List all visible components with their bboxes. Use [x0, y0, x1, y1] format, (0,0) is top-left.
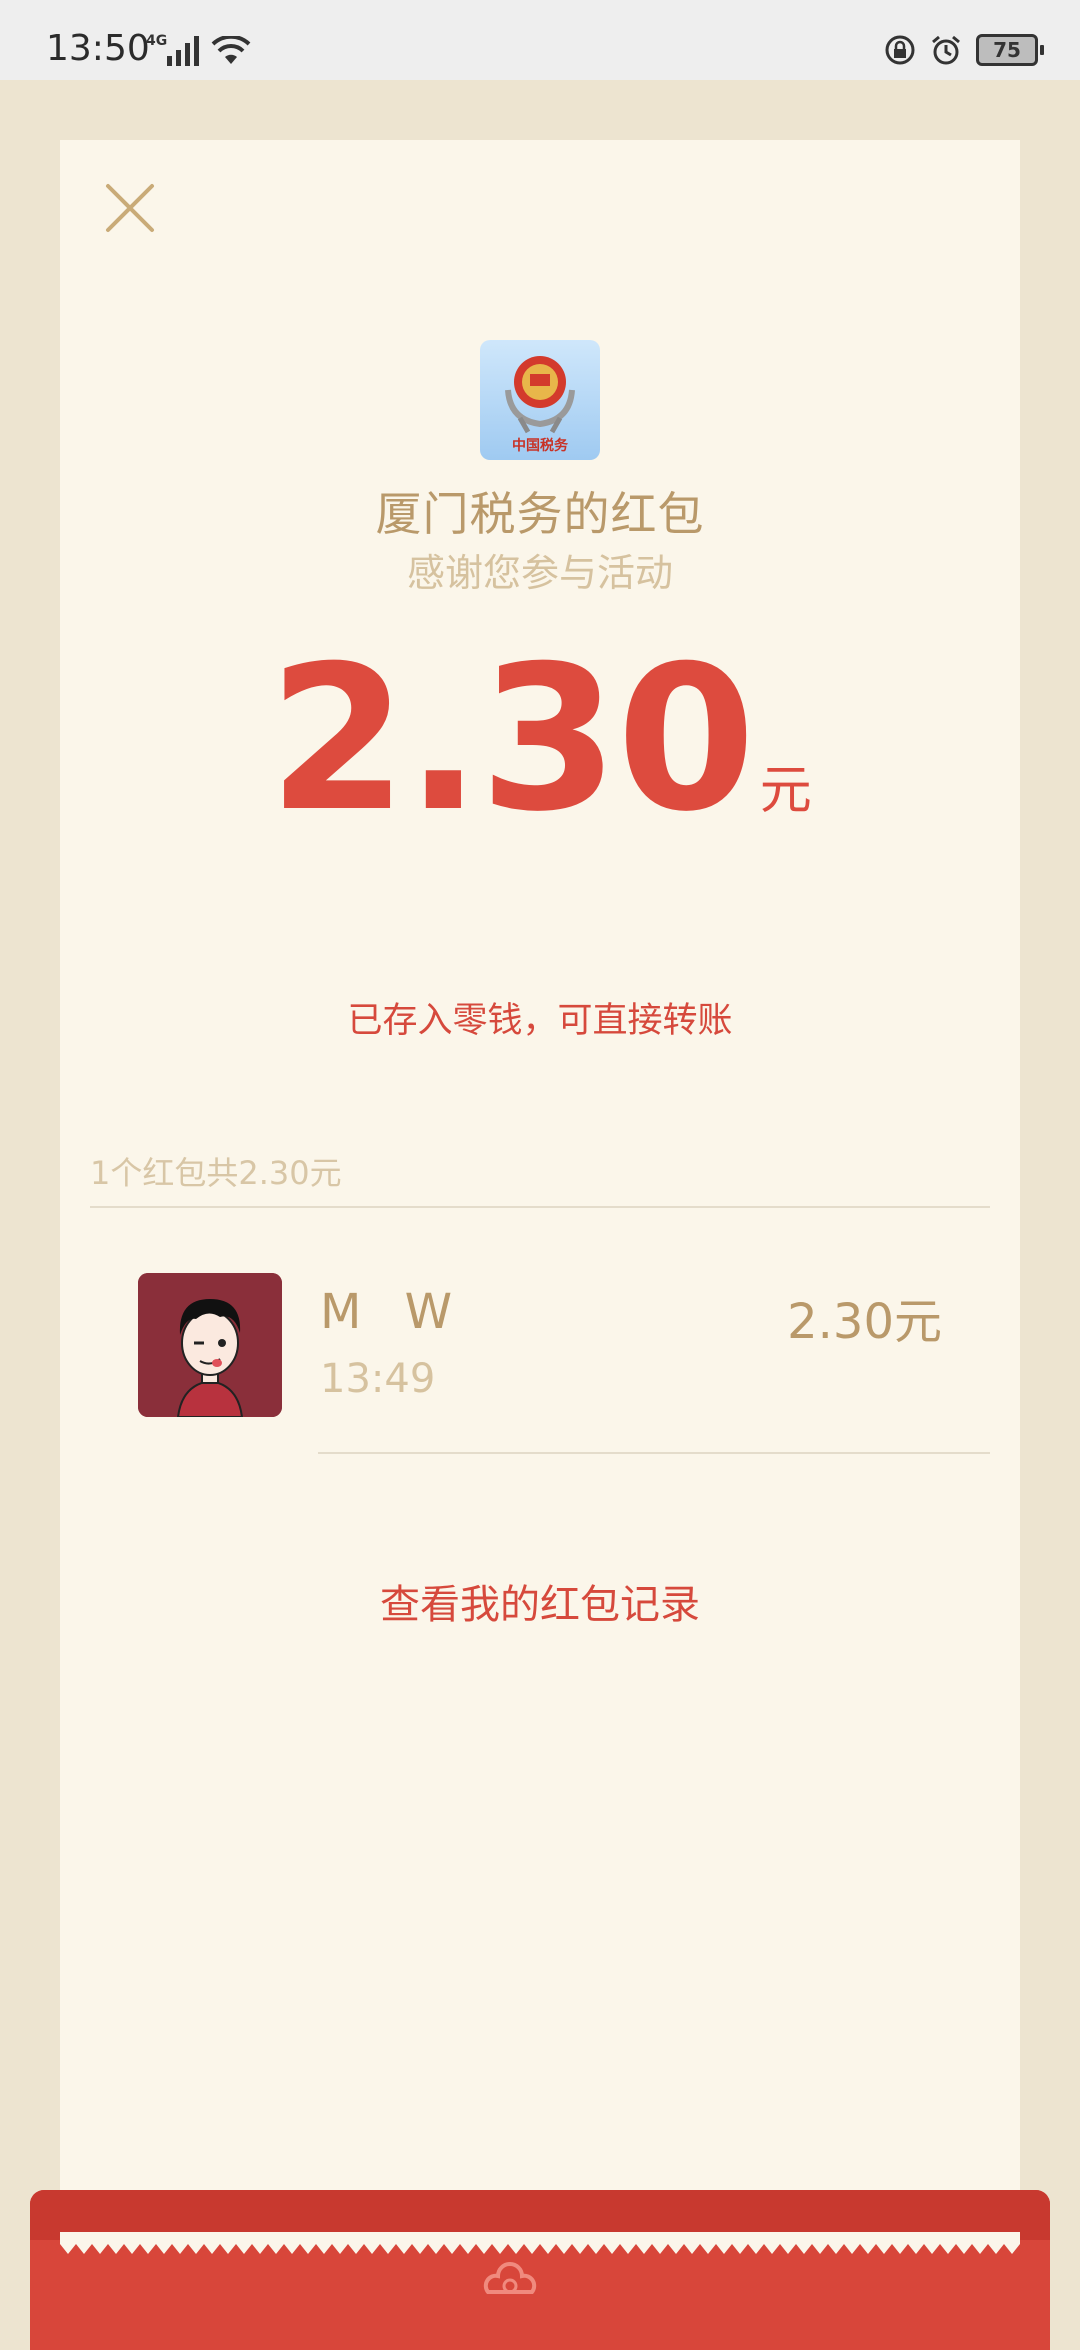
sender-logo: 中国税务 — [480, 340, 600, 460]
divider — [318, 1452, 990, 1454]
amount-value: 2.30 — [268, 623, 755, 856]
status-time: 13:50 — [46, 28, 150, 69]
wifi-icon — [211, 36, 251, 64]
view-my-records-link[interactable]: 查看我的红包记录 — [60, 1572, 1020, 1630]
receiver-row[interactable]: M W 13:49 2.30元 — [60, 1206, 1020, 1454]
avatar[interactable] — [138, 1273, 282, 1417]
packet-title: 厦门税务的红包 — [375, 487, 705, 541]
envelope-bottom — [30, 2190, 1050, 2350]
amount-display: 2.30 元 — [60, 640, 1020, 840]
system-indicators: 75 — [884, 34, 1044, 66]
cartoon-avatar-icon — [138, 1273, 282, 1417]
receiver-time: 13:49 — [320, 1356, 436, 1402]
network-indicators: 4G — [146, 34, 251, 66]
tax-emblem-icon: 中国税务 — [505, 356, 575, 454]
deposit-note: 已存入零钱，可直接转账 — [347, 1001, 733, 1041]
receiver-amount: 2.30元 — [787, 1294, 942, 1350]
close-icon[interactable] — [102, 180, 158, 236]
packet-summary: 1个红包共2.30元 — [90, 1154, 342, 1192]
alarm-icon — [932, 35, 960, 65]
rotation-lock-icon — [885, 35, 915, 65]
packet-subtitle: 感谢您参与活动 — [406, 551, 673, 595]
battery-level: 75 — [993, 38, 1021, 62]
status-bar: 13:50 4G 75 — [0, 0, 1080, 80]
network-type: 4G — [146, 33, 168, 49]
cloud-logo-icon — [483, 2262, 537, 2294]
battery-icon: 75 — [976, 34, 1044, 66]
card-zigzag-edge — [60, 2232, 1020, 2254]
amount-unit: 元 — [759, 761, 812, 821]
signal-icon — [167, 36, 200, 66]
svg-text:中国税务: 中国税务 — [512, 437, 569, 454]
red-packet-detail-card: 中国税务 厦门税务的红包 感谢您参与活动 2.30 元 已存入零钱，可直接转账 1… — [60, 140, 1020, 2250]
receiver-name: M W — [320, 1284, 467, 1340]
